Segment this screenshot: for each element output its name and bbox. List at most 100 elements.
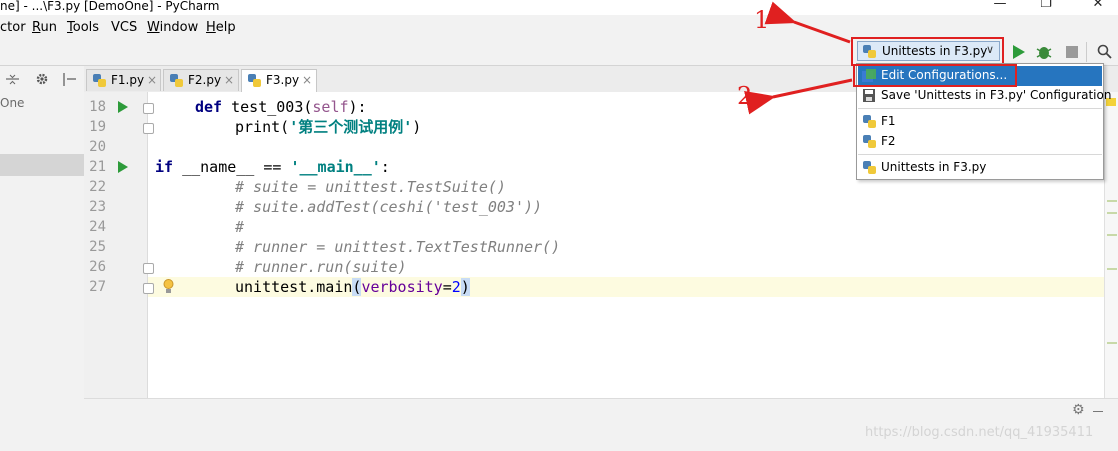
code-token: __name__ == bbox=[173, 158, 291, 176]
project-name[interactable]: One bbox=[0, 96, 24, 110]
python-icon bbox=[863, 135, 876, 148]
menu-item-f1[interactable]: F1 bbox=[858, 112, 1102, 132]
status-area: ⚙ bbox=[84, 398, 1118, 424]
gear-icon[interactable]: ⚙ bbox=[1072, 402, 1085, 418]
stripe-marker bbox=[1107, 268, 1117, 270]
tab-f1[interactable]: F1.py × bbox=[86, 69, 161, 91]
python-file-icon bbox=[170, 74, 183, 87]
close-icon[interactable]: × bbox=[224, 73, 234, 87]
run-icon[interactable] bbox=[1013, 45, 1025, 59]
debug-icon[interactable] bbox=[1036, 44, 1052, 60]
line-number: 21 bbox=[89, 159, 106, 175]
python-file-icon bbox=[93, 74, 106, 87]
stripe-marker bbox=[1107, 212, 1117, 214]
line-number: 22 bbox=[89, 179, 106, 195]
lightbulb-icon[interactable] bbox=[163, 279, 174, 294]
stripe-marker bbox=[1107, 342, 1117, 344]
code-token: self bbox=[312, 98, 349, 116]
menu-refactor[interactable]: ctor bbox=[0, 20, 26, 35]
hide-panel-icon[interactable] bbox=[63, 73, 76, 86]
line-number: 25 bbox=[89, 239, 106, 255]
line-number: 23 bbox=[89, 199, 106, 215]
minimize-button[interactable]: — bbox=[980, 0, 1020, 14]
fold-icon[interactable] bbox=[143, 123, 154, 134]
code-token: '__main__' bbox=[290, 158, 381, 176]
save-icon bbox=[863, 89, 875, 102]
tab-f2[interactable]: F2.py × bbox=[163, 69, 239, 91]
stripe-marker bbox=[1107, 200, 1117, 202]
line-number: 20 bbox=[89, 139, 106, 155]
menu-separator bbox=[858, 108, 1102, 109]
code-token: verbosity bbox=[361, 278, 443, 296]
code-token: if bbox=[155, 158, 174, 176]
window-title: ne] - ...\F3.py [DemoOne] - PyCharm bbox=[0, 0, 220, 13]
python-icon bbox=[863, 115, 876, 128]
line-number: 24 bbox=[89, 219, 106, 235]
code-line-27: unittest.main(verbosity=2) bbox=[235, 277, 470, 297]
code-line-23: # suite.addTest(ceshi('test_003')) bbox=[235, 198, 543, 216]
code-token: ) bbox=[412, 118, 422, 136]
code-line-22: # suite = unittest.TestSuite() bbox=[235, 178, 506, 196]
menu-run[interactable]: Run bbox=[32, 20, 57, 35]
python-icon bbox=[863, 161, 876, 174]
highlight-box-2 bbox=[853, 64, 1017, 87]
watermark: https://blog.csdn.net/qq_41935411 bbox=[865, 425, 1094, 440]
annotation-number-1: 1 bbox=[754, 6, 770, 34]
code-token: 2 bbox=[451, 278, 461, 296]
menu-item-label: Unittests in F3.py bbox=[881, 160, 987, 174]
menu-help[interactable]: Help bbox=[206, 20, 236, 35]
code-line-19: print('第三个测试用例') bbox=[235, 117, 421, 137]
code-token: test_003( bbox=[222, 98, 313, 116]
code-token: '第三个测试用例' bbox=[289, 118, 413, 136]
code-line-18: def test_003(self): bbox=[195, 97, 367, 117]
tab-label: F1.py bbox=[111, 73, 145, 87]
annotation-number-2: 2 bbox=[737, 82, 753, 110]
code-token: unittest.main bbox=[235, 278, 353, 296]
code-token: print( bbox=[235, 118, 290, 136]
title-bar: ne] - ...\F3.py [DemoOne] - PyCharm — ❐ … bbox=[0, 0, 1118, 15]
code-line-25: # runner = unittest.TextTestRunner() bbox=[235, 238, 561, 256]
close-icon[interactable]: × bbox=[302, 73, 312, 87]
close-button[interactable]: ✕ bbox=[1078, 0, 1118, 14]
gutter-divider bbox=[147, 92, 148, 398]
line-number: 27 bbox=[89, 279, 106, 295]
code-token: ): bbox=[348, 98, 367, 116]
maximize-button[interactable]: ❐ bbox=[1026, 0, 1066, 14]
menu-item-save-configuration[interactable]: Save 'Unittests in F3.py' Configuration bbox=[858, 86, 1111, 106]
fold-icon[interactable] bbox=[143, 283, 154, 294]
code-token: = bbox=[442, 278, 452, 296]
editor-scrollbar[interactable] bbox=[1104, 92, 1118, 398]
run-test-icon[interactable] bbox=[118, 101, 128, 113]
code-token: : bbox=[380, 158, 390, 176]
code-token: def bbox=[195, 98, 223, 116]
code-line-24: # bbox=[235, 218, 245, 236]
tab-label: F2.py bbox=[188, 73, 222, 87]
code-token: ) bbox=[460, 278, 470, 296]
fold-icon[interactable] bbox=[143, 263, 154, 274]
menu-item-unittests-f3[interactable]: Unittests in F3.py bbox=[858, 158, 1102, 178]
minimize-panel-icon[interactable] bbox=[1093, 411, 1103, 412]
toolbar-separator bbox=[1086, 42, 1087, 62]
tab-label: F3.py bbox=[266, 73, 300, 87]
run-main-icon[interactable] bbox=[118, 161, 128, 173]
menu-tools[interactable]: Tools bbox=[67, 20, 99, 35]
project-selected-row[interactable] bbox=[0, 154, 84, 176]
collapse-all-icon[interactable] bbox=[6, 73, 19, 86]
tab-f3[interactable]: F3.py × bbox=[241, 69, 317, 92]
project-panel: One bbox=[0, 66, 85, 423]
menu-window[interactable]: Window bbox=[147, 20, 198, 35]
code-line-26: # runner.run(suite) bbox=[235, 258, 407, 276]
stripe-marker bbox=[1107, 234, 1117, 236]
line-number: 18 bbox=[89, 99, 106, 115]
code-line-21: if __name__ == '__main__': bbox=[155, 157, 390, 177]
search-icon[interactable] bbox=[1097, 44, 1112, 59]
gear-icon[interactable] bbox=[36, 72, 50, 86]
close-icon[interactable]: × bbox=[147, 73, 157, 87]
menu-separator bbox=[858, 154, 1102, 155]
menu-item-label: F1 bbox=[881, 114, 896, 128]
menu-vcs[interactable]: VCS bbox=[111, 20, 137, 35]
fold-icon[interactable] bbox=[143, 103, 154, 114]
menu-item-f2[interactable]: F2 bbox=[858, 132, 1102, 152]
stop-icon[interactable] bbox=[1066, 46, 1078, 58]
line-number: 19 bbox=[89, 119, 106, 135]
